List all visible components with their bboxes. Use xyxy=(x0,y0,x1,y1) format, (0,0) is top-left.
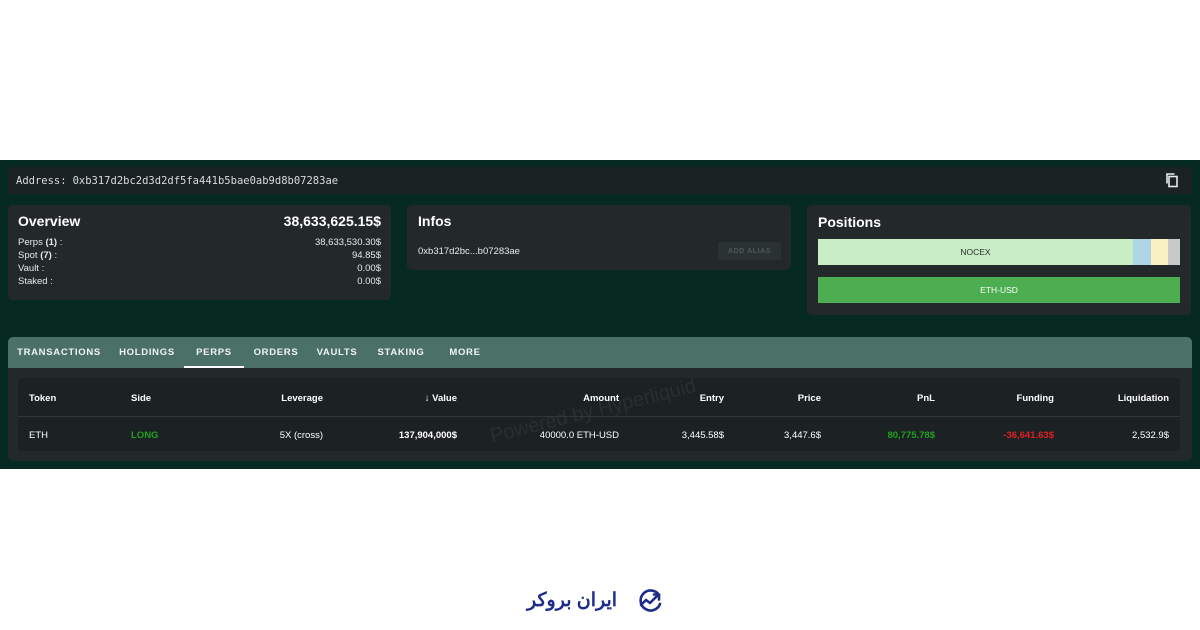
tab-transactions[interactable]: TRANSACTIONS xyxy=(12,337,106,368)
column-header-leverage[interactable]: Leverage xyxy=(281,393,323,404)
cell-price: 3,447.6$ xyxy=(784,430,821,441)
column-header-label: Value xyxy=(432,393,457,404)
cell-side: LONG xyxy=(131,430,159,441)
overview-row-spot: Spot (7) : 94.85$ xyxy=(18,250,381,263)
overview-row-label: Perps (1) : xyxy=(18,237,63,248)
cell-value: 137,904,000$ xyxy=(398,430,457,441)
tab-more[interactable]: MORE xyxy=(444,337,486,368)
cell-liquidation: 2,532.9$ xyxy=(1132,430,1169,441)
cell-pnl: 80,775.78$ xyxy=(887,430,935,441)
column-header-value[interactable]: ↓ Value xyxy=(425,393,457,404)
portfolio-app: Address: 0xb317d2bc2d3d2df5fa441b5bae0ab9… xyxy=(0,160,1200,469)
infos-card: Infos 0xb317d2bc...b07283ae ADD ALIAS xyxy=(407,205,791,270)
cell-entry: 3,445.58$ xyxy=(681,430,724,441)
cell-funding: -36,641.63$ xyxy=(1003,430,1054,441)
overview-row-value: 0.00$ xyxy=(357,263,381,274)
allocation-segment-nocex[interactable]: NOCEX xyxy=(818,239,1133,265)
overview-total: 38,633,625.15$ xyxy=(283,213,381,229)
perps-panel: TRANSACTIONS HOLDINGS PERPS ORDERS VAULT… xyxy=(8,337,1192,461)
overview-row-vault: Vault : 0.00$ xyxy=(18,263,381,276)
tab-vaults[interactable]: VAULTS xyxy=(311,337,363,368)
positions-table: Powered by Hyperliquid Token Side Levera… xyxy=(18,375,1180,451)
address-value: 0xb317d2bc2d3d2df5fa441b5bae0ab9d8b07283… xyxy=(72,174,339,187)
address-bar: Address: 0xb317d2bc2d3d2df5fa441b5bae0ab9… xyxy=(8,167,1192,194)
overview-row-label: Vault : xyxy=(18,263,45,274)
overview-row-label: Staked : xyxy=(18,276,53,287)
column-header-entry[interactable]: Entry xyxy=(700,393,724,404)
tab-perps[interactable]: PERPS xyxy=(184,337,244,368)
add-alias-button[interactable]: ADD ALIAS xyxy=(718,242,781,260)
overview-row-perps: Perps (1) : 38,633,530.30$ xyxy=(18,237,381,250)
column-header-pnl[interactable]: PnL xyxy=(917,393,935,404)
column-header-token[interactable]: Token xyxy=(29,393,56,404)
tab-holdings[interactable]: HOLDINGS xyxy=(112,337,182,368)
overview-row-value: 38,633,530.30$ xyxy=(314,237,381,248)
column-header-liquidation[interactable]: Liquidation xyxy=(1118,393,1169,404)
allocation-segment[interactable] xyxy=(1168,239,1180,265)
copy-icon[interactable] xyxy=(1164,172,1180,188)
address-text: Address: 0xb317d2bc2d3d2df5fa441b5bae0ab9… xyxy=(16,175,338,187)
overview-card: Overview 38,633,625.15$ Perps (1) : 38,6… xyxy=(8,205,391,300)
tab-bar: TRANSACTIONS HOLDINGS PERPS ORDERS VAULT… xyxy=(8,337,1192,368)
positions-card: Positions NOCEX ETH-USD xyxy=(807,205,1191,315)
address-label: Address: xyxy=(16,174,67,187)
overview-row-value: 0.00$ xyxy=(357,276,381,287)
column-header-amount[interactable]: Amount xyxy=(583,393,619,404)
column-header-funding[interactable]: Funding xyxy=(1017,393,1054,404)
cell-token: ETH xyxy=(29,430,48,441)
overview-row-label: Spot (7) : xyxy=(18,250,58,261)
positions-title: Positions xyxy=(818,214,882,230)
eth-usd-position-bar[interactable]: ETH-USD xyxy=(818,277,1180,303)
allocation-segment[interactable] xyxy=(1151,239,1168,265)
overview-row-value: 94.85$ xyxy=(351,250,381,261)
arrow-down-icon: ↓ xyxy=(424,393,430,404)
tab-orders[interactable]: ORDERS xyxy=(248,337,304,368)
infos-title: Infos xyxy=(418,213,452,229)
column-header-side[interactable]: Side xyxy=(131,393,151,404)
cell-amount: 40000.0 ETH-USD xyxy=(539,430,619,441)
logo-text: ایران بروکر xyxy=(527,590,618,611)
chart-trend-icon xyxy=(635,589,665,613)
tab-staking[interactable]: STAKING xyxy=(372,337,430,368)
allocation-bar: NOCEX xyxy=(818,239,1180,265)
overview-title: Overview xyxy=(18,213,81,229)
brand-logo: ایران بروکر xyxy=(527,587,667,615)
header-divider xyxy=(18,416,1180,417)
short-address: 0xb317d2bc...b07283ae xyxy=(418,246,520,257)
cell-leverage: 5X (cross) xyxy=(279,430,323,441)
column-header-price[interactable]: Price xyxy=(798,393,821,404)
overview-row-staked: Staked : 0.00$ xyxy=(18,276,381,289)
allocation-segment[interactable] xyxy=(1133,239,1151,265)
